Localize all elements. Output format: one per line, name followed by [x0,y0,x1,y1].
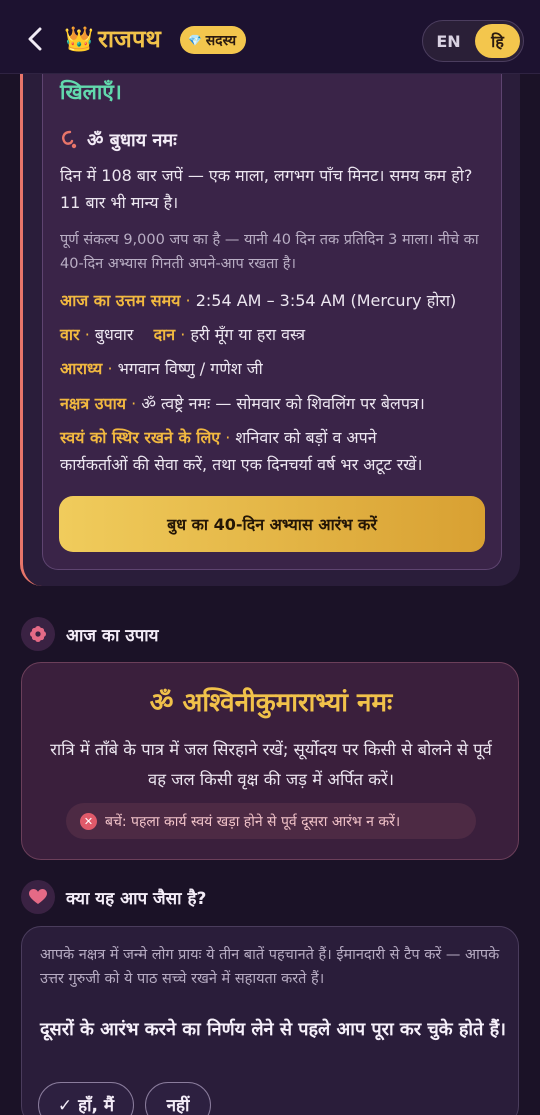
stability-label: स्वयं को स्थिर रखने के लिए [60,428,221,447]
chant-instructions: दिन में 108 बार जपें — एक माला, लगभग पाँ… [60,166,473,212]
lang-hi-option[interactable]: हि [475,24,520,58]
day-label: वार [60,325,80,344]
remedy-cut-heading: खिलाएँ। [60,80,122,104]
deity-row: आराध्य · भगवान विष्णु / गणेश जी [60,359,263,378]
gem-icon: 💎 [188,33,202,47]
close-circle-icon: ✕ [80,812,97,830]
avoid-warning-text: बचें: पहला कार्य स्वयं खड़ा होने से पूर्… [105,813,401,830]
donation-value: हरी मूँग या हरा वस्त्र [190,325,306,344]
day-value: बुधवार [94,325,134,344]
day-donation-row: वार · बुधवार दान · हरी मूँग या हरा वस्त्… [60,325,306,344]
today-remedy-text: रात्रि में ताँबे के पात्र में जल सिरहाने… [50,740,492,789]
nakshatra-row: नक्षत्र उपाय · ॐ त्वष्ट्रे नमः — सोमवार … [60,394,425,413]
mantra-title: ॐ बुधाय नमः [87,130,177,151]
donation-label: दान [153,325,176,344]
deity-label: आराध्य [60,359,103,378]
deity-value: भगवान विष्णु / गणेश जी [117,359,263,378]
back-button[interactable] [22,24,48,54]
member-badge-label: सदस्य [205,32,237,49]
language-toggle: EN हि [422,20,524,62]
top-bar: 👑 राजपथ 💎 सदस्य EN हि [0,0,540,74]
sankalp-note: पूर्ण संकल्प 9,000 जप का है — यानी 40 दि… [60,232,479,272]
nakshatra-label: नक्षत्र उपाय [60,394,127,413]
best-time-label: आज का उत्तम समय [60,291,181,310]
start-practice-button[interactable]: बुध का 40-दिन अभ्यास आरंभ करें [59,496,485,552]
nakshatra-value: ॐ त्वष्ट्रे नमः — सोमवार को शिवलिंग पर ब… [141,394,425,413]
avoid-warning: ✕ बचें: पहला कार्य स्वयं खड़ा होने से पू… [66,803,476,839]
chevron-left-icon [28,27,42,51]
like-you-question: दूसरों के आरंभ करने का निर्णय लेने से पह… [40,1019,507,1040]
today-remedy-title: आज का उपाय [66,626,159,646]
beads-icon [62,130,77,149]
today-mantra: ॐ अश्विनीकुमाराभ्यां नमः [149,688,393,718]
best-time-value: 2:54 AM – 3:54 AM (Mercury होरा) [195,291,457,310]
like-you-intro: आपके नक्षत्र में जन्मे लोग प्रायः ये तीन… [40,947,500,987]
lang-en-option[interactable]: EN [426,24,471,58]
no-button[interactable]: नहीं [145,1082,211,1115]
heart-icon [21,880,55,914]
today-remedy-card: ॐ अश्विनीकुमाराभ्यां नमः रात्रि में ताँब… [21,662,519,860]
like-you-title: क्या यह आप जैसा है? [66,889,207,909]
mantra-heading: ॐ बुधाय नमः [59,128,177,152]
member-badge: 💎 सदस्य [180,26,247,54]
stability-value: शनिवार को बड़ों व अपने [235,428,377,447]
app-title: राजपथ [98,25,161,53]
stability-row: स्वयं को स्थिर रखने के लिए · शनिवार को ब… [60,428,377,447]
yes-button[interactable]: ✓ हाँ, मैं [38,1082,134,1115]
crown-icon: 👑 [64,25,94,53]
flower-icon [21,617,55,651]
best-time-row: आज का उत्तम समय · 2:54 AM – 3:54 AM (Mer… [60,291,457,310]
stability-row-cont: कार्यकर्ताओं की सेवा करें, तथा एक दिनचर्… [60,455,423,474]
